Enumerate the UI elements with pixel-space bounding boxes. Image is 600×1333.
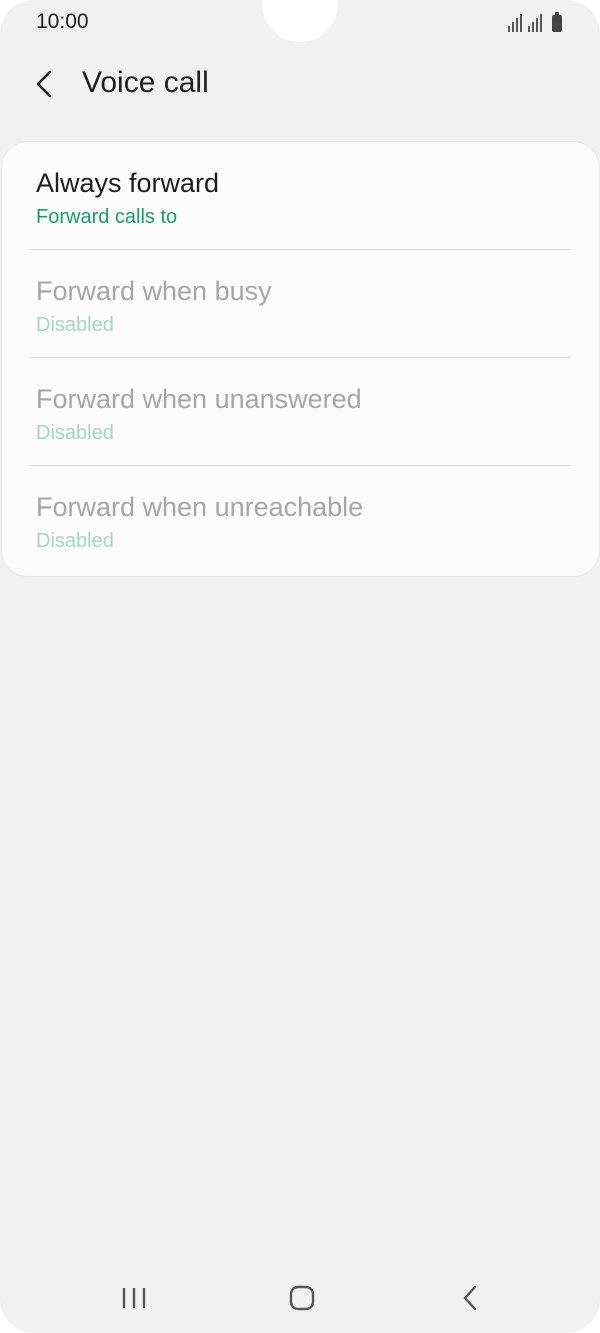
option-label: Always forward	[36, 168, 220, 198]
signal-icon	[528, 14, 542, 32]
app-header: Voice call	[0, 52, 600, 116]
back-icon[interactable]	[440, 1270, 500, 1326]
camera-notch	[262, 0, 338, 42]
always-forward-option[interactable]: Always forward Forward calls to	[2, 142, 599, 250]
status-icons	[508, 10, 562, 32]
recent-apps-icon[interactable]	[104, 1270, 164, 1326]
signal-icon	[508, 14, 522, 32]
home-icon[interactable]	[272, 1270, 332, 1326]
status-time: 10:00	[36, 10, 89, 33]
option-value: Forward calls to	[36, 206, 178, 228]
option-label: Forward when unanswered	[36, 384, 362, 414]
phone-screen: 10:00 Voice call Always forward Forward …	[0, 0, 600, 1333]
battery-icon	[552, 12, 562, 32]
option-value: Disabled	[36, 422, 114, 444]
forward-when-unanswered-option[interactable]: Forward when unanswered Disabled	[2, 358, 599, 466]
forward-when-unreachable-option[interactable]: Forward when unreachable Disabled	[2, 466, 599, 574]
option-label: Forward when busy	[36, 276, 272, 306]
option-value: Disabled	[36, 314, 114, 336]
back-arrow-icon[interactable]	[22, 60, 70, 108]
status-bar: 10:00	[0, 0, 600, 44]
forward-options-card: Always forward Forward calls to Forward …	[2, 142, 599, 576]
option-value: Disabled	[36, 530, 114, 552]
forward-when-busy-option[interactable]: Forward when busy Disabled	[2, 250, 599, 358]
system-nav-bar	[0, 1262, 600, 1332]
option-label: Forward when unreachable	[36, 492, 364, 522]
page-title: Voice call	[82, 66, 209, 99]
